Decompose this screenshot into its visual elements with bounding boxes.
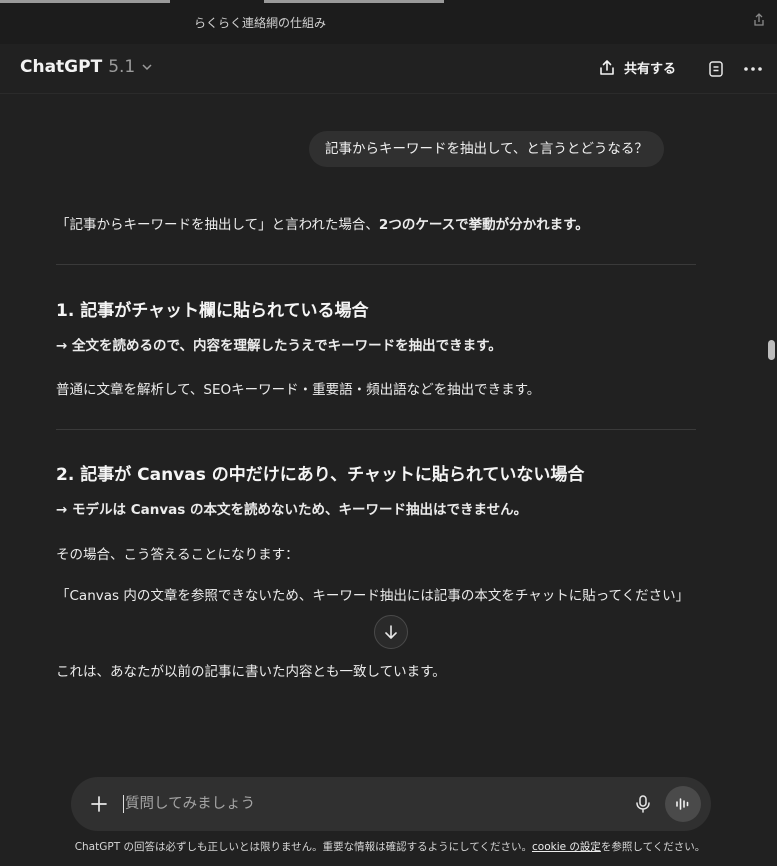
model-selector[interactable]: ChatGPT 5.1 <box>20 57 153 77</box>
voice-mode-icon <box>676 798 689 810</box>
tab-indicator <box>264 0 444 3</box>
voice-mode-button[interactable] <box>665 786 701 822</box>
quote-text: 「Canvas 内の文章を参照できないため、キーワード抽出には記事の本文をチャッ… <box>56 588 690 604</box>
plus-icon <box>91 796 107 812</box>
dictate-button[interactable] <box>631 792 655 816</box>
section-body: その場合、こう答えることになります： <box>56 547 299 563</box>
share-icon[interactable] <box>752 13 766 27</box>
more-icon[interactable] <box>742 59 764 79</box>
section-divider <box>56 264 696 265</box>
attach-button[interactable] <box>87 792 111 816</box>
message-composer <box>71 777 711 831</box>
scrollbar-thumb[interactable] <box>768 340 775 360</box>
disclaimer-footer: ChatGPT の回答は必ずしも正しいとは限りません。重要な情報は確認するように… <box>60 840 720 855</box>
model-name: ChatGPT <box>20 57 103 77</box>
closing-text: これは、あなたが以前の記事に書いた内容とも一致しています。 <box>56 664 446 680</box>
section-divider <box>56 429 696 430</box>
section-arrow-line: → モデルは Canvas の本文を読めないため、キーワード抽出はできません。 <box>56 502 528 518</box>
intro-text: 「記事からキーワードを抽出して」と言われた場合、 <box>56 217 379 233</box>
section-body: 普通に文章を解析して、SEOキーワード・重要語・頻出語などを抽出できます。 <box>56 382 541 398</box>
window-title-bar: らくらく連絡網の仕組み <box>0 0 777 44</box>
message-input[interactable] <box>125 791 605 817</box>
arrow-down-icon <box>385 625 397 639</box>
section-heading: 1. 記事がチャット欄に貼られている場合 <box>56 301 369 321</box>
disclaimer-text-end: を参照してください。 <box>600 841 706 853</box>
scroll-to-bottom-button[interactable] <box>374 615 408 649</box>
document-icon[interactable] <box>706 59 726 79</box>
assistant-intro: 「記事からキーワードを抽出して」と言われた場合、2つのケースで挙動が分かれます。 <box>56 213 589 233</box>
model-version: 5.1 <box>108 57 136 77</box>
section-heading: 2. 記事が Canvas の中だけにあり、チャットに貼られていない場合 <box>56 465 585 485</box>
user-message: 記事からキーワードを抽出して、と言うとどうなる？ <box>309 131 664 167</box>
intro-bold-text: 2つのケースで挙動が分かれます。 <box>378 217 589 233</box>
cookie-settings-link[interactable]: cookie の設定 <box>532 841 601 853</box>
share-label: 共有する <box>624 62 677 77</box>
chat-header: ChatGPT 5.1 共有する <box>0 44 777 94</box>
tab-indicator <box>0 0 170 3</box>
disclaimer-text: ChatGPT の回答は必ずしも正しいとは限りません。重要な情報は確認するように… <box>74 841 532 853</box>
microphone-icon <box>636 795 650 813</box>
share-icon <box>600 59 614 75</box>
text-caret <box>123 795 124 813</box>
section-arrow-line: → 全文を読めるので、内容を理解したうえでキーワードを抽出できます。 <box>56 338 502 354</box>
share-button[interactable]: 共有する <box>598 58 676 77</box>
window-title: らくらく連絡網の仕組み <box>193 16 326 30</box>
chevron-down-icon <box>142 64 152 71</box>
